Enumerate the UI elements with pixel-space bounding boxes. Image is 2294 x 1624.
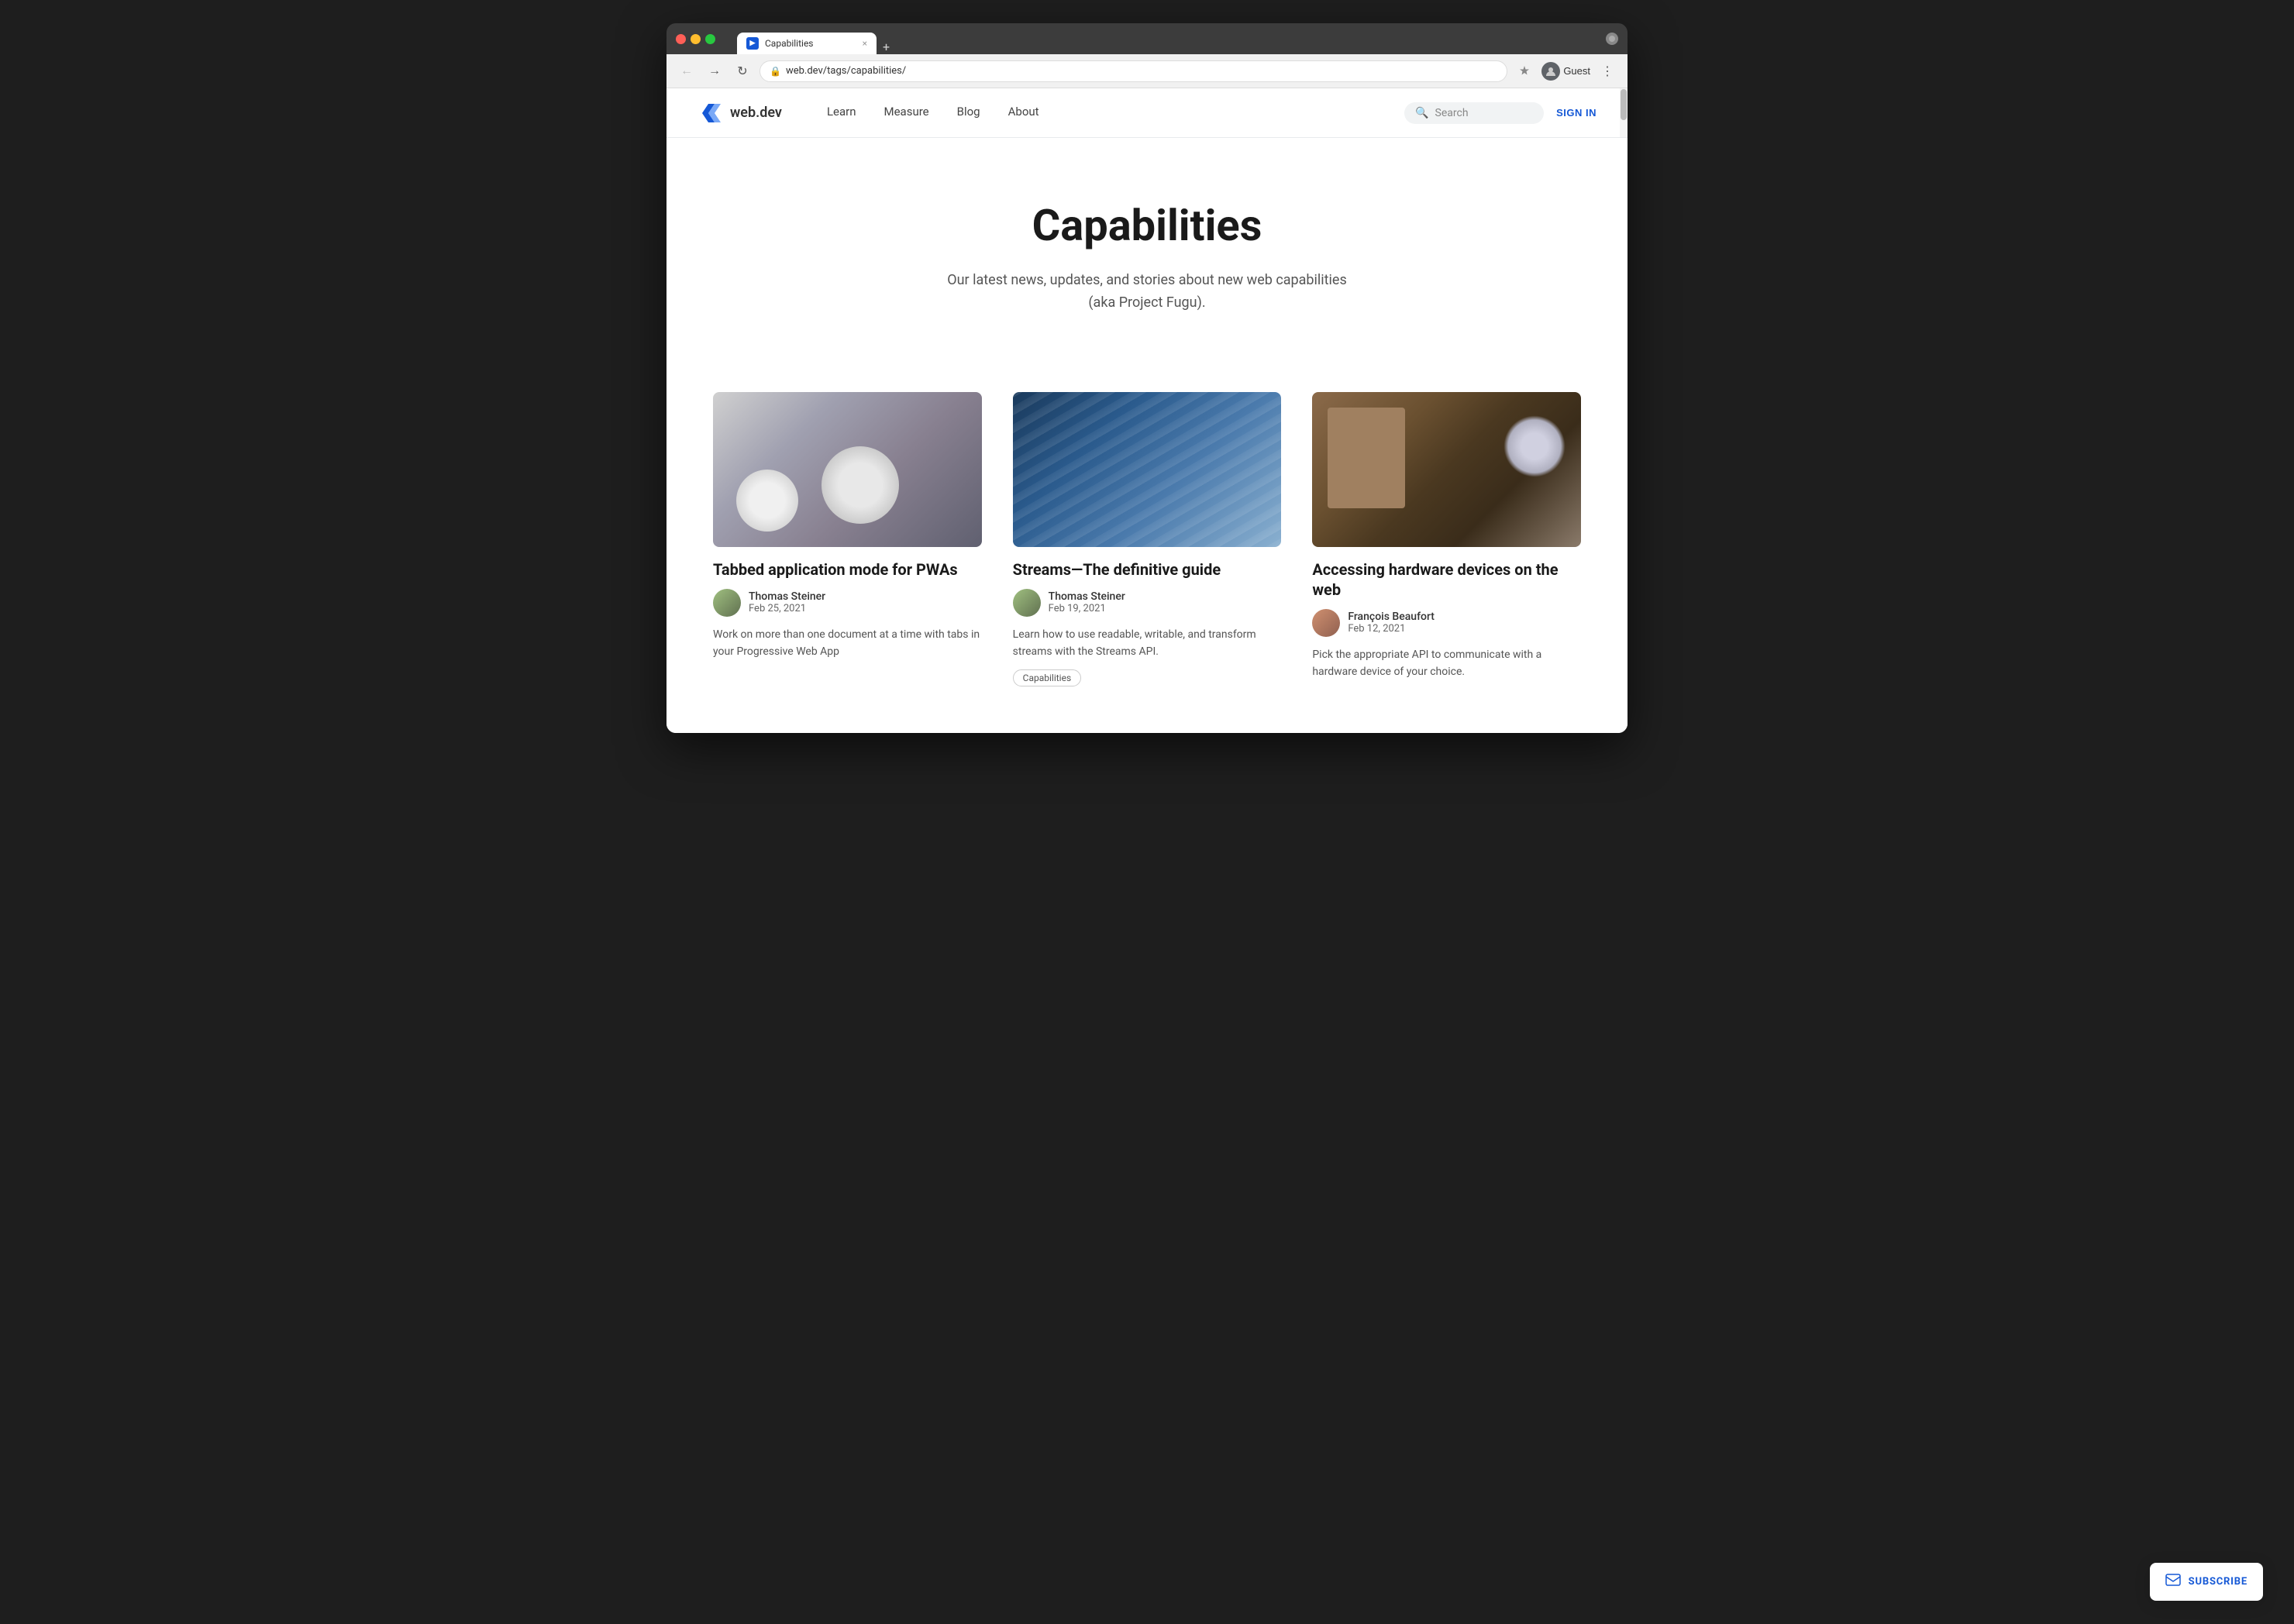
author-avatar-img-3 [1312, 609, 1340, 637]
nav-measure[interactable]: Measure [870, 88, 943, 138]
article-title-1[interactable]: Tabbed application mode for PWAs [713, 559, 982, 580]
guest-avatar [1541, 62, 1560, 81]
tab-title: Capabilities [765, 38, 856, 49]
logo-icon [698, 101, 722, 126]
author-date-3: Feb 12, 2021 [1348, 623, 1435, 635]
scrollbar-track [1620, 88, 1628, 137]
article-thumbnail-1 [713, 392, 982, 547]
browser-menu-icon[interactable] [1606, 33, 1618, 45]
scrollbar-thumb[interactable] [1621, 89, 1627, 120]
article-author-2: Thomas Steiner Feb 19, 2021 [1013, 589, 1282, 617]
article-excerpt-3: Pick the appropriate API to communicate … [1312, 646, 1581, 681]
article-thumbnail-2 [1013, 392, 1282, 547]
nav-about[interactable]: About [994, 88, 1053, 138]
maximize-button[interactable] [705, 34, 715, 44]
new-tab-button[interactable]: + [883, 40, 890, 54]
search-icon: 🔍 [1415, 107, 1428, 119]
nav-blog[interactable]: Blog [943, 88, 994, 138]
search-placeholder: Search [1435, 107, 1469, 119]
author-name-2: Thomas Steiner [1049, 590, 1125, 603]
address-bar[interactable]: 🔒 web.dev/tags/capabilities/ [760, 60, 1507, 82]
author-avatar-img-2 [1013, 589, 1041, 617]
article-tag-capabilities[interactable]: Capabilities [1013, 669, 1082, 686]
article-author-3: François Beaufort Feb 12, 2021 [1312, 609, 1581, 637]
guest-label: Guest [1563, 65, 1590, 77]
logo-text: web.dev [730, 105, 782, 121]
search-box[interactable]: 🔍 Search [1404, 102, 1544, 124]
article-card-2: Streams—The definitive guide Thomas Stei… [1013, 392, 1282, 687]
article-excerpt-1: Work on more than one document at a time… [713, 626, 982, 661]
article-excerpt-2: Learn how to use readable, writable, and… [1013, 626, 1282, 661]
author-info-3: François Beaufort Feb 12, 2021 [1348, 611, 1435, 635]
author-name-3: François Beaufort [1348, 611, 1435, 623]
browser-menu-button[interactable]: ⋮ [1596, 60, 1618, 82]
articles-grid: Tabbed application mode for PWAs Thomas … [666, 361, 1628, 734]
author-avatar-1 [713, 589, 741, 617]
browser-toolbar: ← → ↻ 🔒 web.dev/tags/capabilities/ Guest… [666, 54, 1628, 88]
back-button[interactable]: ← [676, 60, 698, 82]
author-avatar-2 [1013, 589, 1041, 617]
article-thumbnail-3 [1312, 392, 1581, 547]
extension-icon[interactable] [1514, 60, 1535, 82]
article-image-1[interactable] [713, 392, 982, 547]
nav-learn[interactable]: Learn [813, 88, 870, 138]
article-tags-2: Capabilities [1013, 669, 1282, 686]
article-image-2[interactable] [1013, 392, 1282, 547]
hero-description: Our latest news, updates, and stories ab… [946, 270, 1348, 315]
author-date-2: Feb 19, 2021 [1049, 603, 1125, 614]
author-info-1: Thomas Steiner Feb 25, 2021 [749, 590, 825, 614]
active-tab[interactable]: ▶ Capabilities × [737, 33, 877, 54]
sign-in-button[interactable]: SIGN IN [1556, 107, 1596, 119]
site-header: web.dev Learn Measure Blog About 🔍 Searc… [666, 88, 1628, 138]
article-title-2[interactable]: Streams—The definitive guide [1013, 559, 1282, 580]
header-right: 🔍 Search SIGN IN [1404, 102, 1596, 124]
article-image-3[interactable] [1312, 392, 1581, 547]
tab-close-icon[interactable]: × [863, 38, 867, 49]
article-title-3[interactable]: Accessing hardware devices on the web [1312, 559, 1581, 600]
minimize-button[interactable] [691, 34, 701, 44]
close-button[interactable] [676, 34, 686, 44]
author-date-1: Feb 25, 2021 [749, 603, 825, 614]
refresh-button[interactable]: ↻ [732, 60, 753, 82]
author-avatar-3 [1312, 609, 1340, 637]
page-content: web.dev Learn Measure Blog About 🔍 Searc… [666, 88, 1628, 733]
hero-title: Capabilities [698, 200, 1596, 251]
forward-button[interactable]: → [704, 60, 725, 82]
article-card: Tabbed application mode for PWAs Thomas … [713, 392, 982, 687]
author-avatar-img-1 [713, 589, 741, 617]
author-name-1: Thomas Steiner [749, 590, 825, 603]
guest-button[interactable]: Guest [1541, 62, 1590, 81]
lock-icon: 🔒 [770, 66, 781, 77]
url-text: web.dev/tags/capabilities/ [786, 65, 1497, 77]
site-logo[interactable]: web.dev [698, 101, 782, 126]
site-nav: Learn Measure Blog About [813, 88, 1053, 138]
article-card-3: Accessing hardware devices on the web Fr… [1312, 392, 1581, 687]
hero-section: Capabilities Our latest news, updates, a… [666, 138, 1628, 361]
article-author-1: Thomas Steiner Feb 25, 2021 [713, 589, 982, 617]
tab-favicon: ▶ [746, 37, 759, 50]
author-info-2: Thomas Steiner Feb 19, 2021 [1049, 590, 1125, 614]
